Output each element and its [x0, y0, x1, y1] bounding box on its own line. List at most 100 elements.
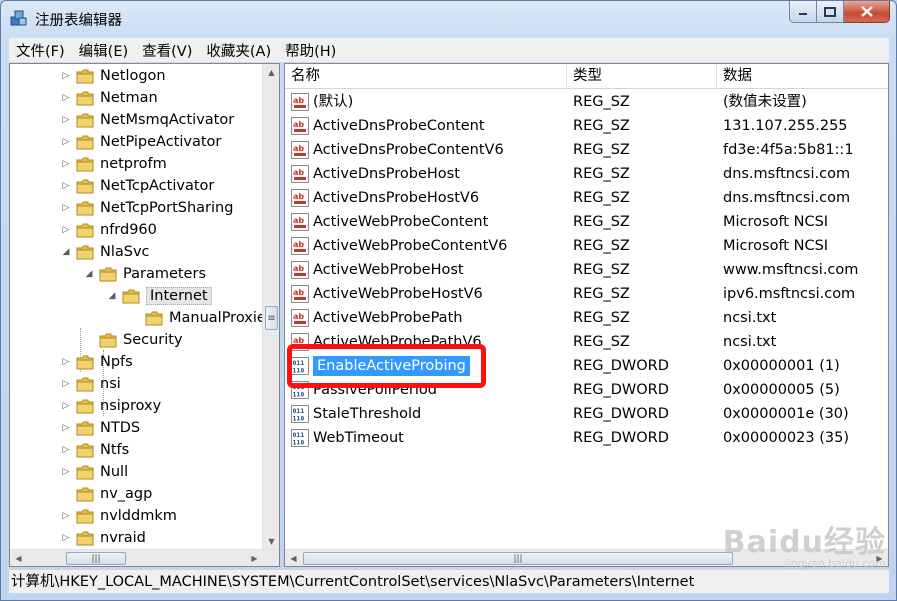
- tree-item[interactable]: nv_agp: [60, 483, 152, 505]
- tree-item[interactable]: ▷ NetTcpActivator: [60, 175, 215, 197]
- expand-arrow-icon[interactable]: ▷: [60, 511, 72, 521]
- menu-file[interactable]: 文件(F): [9, 40, 72, 61]
- expand-arrow-icon[interactable]: ▷: [60, 357, 72, 367]
- regedit-window: 注册表编辑器 文件(F) 编辑(E) 查看(V) 收藏夹(A) 帮助(H) ▷ N…: [0, 0, 897, 601]
- tree-item[interactable]: ▷ nsi: [60, 373, 121, 395]
- tree-item[interactable]: ◢ Parameters: [83, 263, 206, 285]
- maximize-button[interactable]: [817, 1, 844, 23]
- folder-icon: [76, 421, 94, 435]
- value-name-cell: 011 110 PassivePollPeriod: [291, 378, 437, 402]
- expand-arrow-icon[interactable]: ▷: [60, 159, 72, 169]
- folder-icon: [99, 267, 117, 281]
- tree-item[interactable]: ▷ nsiproxy: [60, 395, 162, 417]
- tree-vertical-scrollbar[interactable]: ▲ ≡ ▼: [262, 64, 279, 550]
- value-data-cell: fd3e:4f5a:5b81::1: [723, 142, 854, 158]
- tree-item[interactable]: ▷ NetMsmqActivator: [60, 109, 235, 131]
- value-name-cell: 011 110 EnableActiveProbing: [291, 354, 471, 378]
- expand-arrow-icon[interactable]: ▷: [60, 467, 72, 477]
- tree-item[interactable]: ▷ NTDS: [60, 417, 141, 439]
- scroll-up-arrow-icon[interactable]: ▲: [263, 64, 279, 81]
- menu-view[interactable]: 查看(V): [135, 40, 199, 61]
- expand-arrow-icon[interactable]: ▷: [60, 225, 72, 235]
- tree-item[interactable]: ManualProxies: [129, 307, 263, 329]
- value-row[interactable]: ab ActiveWebProbeHost REG_SZ www.msftncsi.c…: [285, 258, 888, 282]
- tree-item[interactable]: ▷ NetPipeActivator: [60, 131, 222, 153]
- expand-arrow-icon[interactable]: ▷: [60, 115, 72, 125]
- value-data-cell: 0x00000005 (5): [723, 382, 840, 398]
- value-row[interactable]: 011 110 StaleThreshold REG_DWORD 0x0000001e …: [285, 402, 888, 426]
- expand-arrow-icon[interactable]: ◢: [60, 247, 72, 257]
- tree-item[interactable]: ▷ netprofm: [60, 153, 167, 175]
- expand-arrow-icon[interactable]: ▷: [60, 93, 72, 103]
- tree-scroll-thumb[interactable]: ≡: [265, 306, 278, 330]
- folder-icon: [76, 135, 94, 149]
- tree-horizontal-scrollbar[interactable]: ◀ ||| ▶: [10, 549, 279, 566]
- value-row[interactable]: 011 110 WebTimeout REG_DWORD 0x00000023 (35): [285, 426, 888, 450]
- expand-arrow-icon[interactable]: ▷: [60, 401, 72, 411]
- menu-edit[interactable]: 编辑(E): [72, 40, 135, 61]
- expand-arrow-icon[interactable]: ▷: [60, 379, 72, 389]
- tree-item[interactable]: ▷ NetTcpPortSharing: [60, 197, 234, 219]
- scroll-right-arrow-icon[interactable]: ▶: [246, 550, 263, 566]
- value-row[interactable]: ab ActiveWebProbeHostV6 REG_SZ ipv6.msftncs…: [285, 282, 888, 306]
- tree-item[interactable]: ▷ nfrd960: [60, 219, 157, 241]
- tree-item[interactable]: ▷ nvraid: [60, 527, 146, 549]
- folder-icon: [145, 311, 163, 325]
- column-header-type[interactable]: 类型: [567, 64, 717, 89]
- value-row[interactable]: ab ActiveWebProbeContent REG_SZ Microsoft N…: [285, 210, 888, 234]
- tree-item[interactable]: ◢ NlaSvc: [60, 241, 150, 263]
- value-row[interactable]: 011 110 EnableActiveProbing REG_DWORD 0x0000…: [285, 354, 888, 378]
- scroll-left-arrow-icon[interactable]: ◀: [10, 550, 27, 566]
- column-header-name[interactable]: 名称: [285, 64, 567, 89]
- title-bar[interactable]: 注册表编辑器: [1, 1, 896, 35]
- expand-arrow-icon[interactable]: ▷: [60, 533, 72, 543]
- minimize-button[interactable]: [789, 1, 817, 23]
- expand-arrow-icon[interactable]: ▷: [60, 203, 72, 213]
- value-row[interactable]: 011 110 PassivePollPeriod REG_DWORD 0x000000…: [285, 378, 888, 402]
- expand-arrow-icon[interactable]: ◢: [83, 269, 95, 279]
- expand-arrow-icon[interactable]: ▷: [60, 137, 72, 147]
- close-button[interactable]: [844, 1, 890, 23]
- expand-arrow-icon[interactable]: ▷: [60, 445, 72, 455]
- tree-item[interactable]: ▷ Netman: [60, 87, 158, 109]
- menu-favorites[interactable]: 收藏夹(A): [199, 40, 278, 61]
- value-row[interactable]: ab (默认) REG_SZ (数值未设置): [285, 90, 888, 114]
- column-header-data[interactable]: 数据: [717, 64, 888, 89]
- svg-text:ab: ab: [293, 240, 304, 249]
- value-name: EnableActiveProbing: [312, 355, 471, 377]
- value-list-pane[interactable]: 名称 类型 数据 ab (默认) REG_SZ (数值未设置) ab ActiveDnsP…: [284, 63, 889, 567]
- scroll-left-arrow-icon[interactable]: ◀: [285, 550, 302, 566]
- value-type-cell: REG_SZ: [573, 214, 630, 230]
- tree-item[interactable]: ▷ Npfs: [60, 351, 133, 373]
- tree-hscroll-thumb[interactable]: |||: [66, 552, 126, 565]
- tree-item-label: ManualProxies: [169, 310, 263, 326]
- value-row[interactable]: ab ActiveWebProbePath REG_SZ ncsi.txt: [285, 306, 888, 330]
- value-data-cell: ncsi.txt: [723, 334, 777, 350]
- tree-item-label: NetPipeActivator: [100, 134, 222, 150]
- tree-item[interactable]: ▷ Ntfs: [60, 439, 130, 461]
- value-row[interactable]: ab ActiveDnsProbeContentV6 REG_SZ fd3e:4f5a…: [285, 138, 888, 162]
- expand-arrow-icon[interactable]: ▷: [60, 181, 72, 191]
- tree-item[interactable]: ▷ Null: [60, 461, 129, 483]
- value-row[interactable]: ab ActiveWebProbeContentV6 REG_SZ Microsoft…: [285, 234, 888, 258]
- tree-item[interactable]: ▷ Netlogon: [60, 65, 166, 87]
- key-tree-pane[interactable]: ▷ Netlogon ▷ Netman ▷ NetMsmqActivator ▷ NetPip…: [9, 63, 280, 567]
- value-row[interactable]: ab ActiveWebProbePathV6 REG_SZ ncsi.txt: [285, 330, 888, 354]
- scroll-down-arrow-icon[interactable]: ▼: [263, 533, 279, 550]
- value-data-cell: Microsoft NCSI: [723, 238, 829, 254]
- value-name: ActiveDnsProbeContentV6: [313, 142, 504, 158]
- expand-arrow-icon[interactable]: ▷: [60, 71, 72, 81]
- value-row[interactable]: ab ActiveDnsProbeHostV6 REG_SZ dns.msftncsi…: [285, 186, 888, 210]
- value-row[interactable]: ab ActiveDnsProbeHost REG_SZ dns.msftncsi.c…: [285, 162, 888, 186]
- value-row[interactable]: ab ActiveDnsProbeContent REG_SZ 131.107.255…: [285, 114, 888, 138]
- expand-arrow-icon[interactable]: ▷: [60, 423, 72, 433]
- menu-help[interactable]: 帮助(H): [278, 40, 343, 61]
- value-type-cell: REG_SZ: [573, 238, 630, 254]
- value-data-cell: ncsi.txt: [723, 310, 777, 326]
- list-hscroll-thumb[interactable]: |||: [303, 552, 733, 565]
- tree-item[interactable]: ▷ nvlddmkm: [60, 505, 177, 527]
- tree-item[interactable]: ◢ Internet: [106, 285, 212, 307]
- tree-item[interactable]: Security: [83, 329, 183, 351]
- expand-arrow-icon[interactable]: ◢: [106, 291, 118, 301]
- menu-bar: 文件(F) 编辑(E) 查看(V) 收藏夹(A) 帮助(H): [9, 38, 889, 62]
